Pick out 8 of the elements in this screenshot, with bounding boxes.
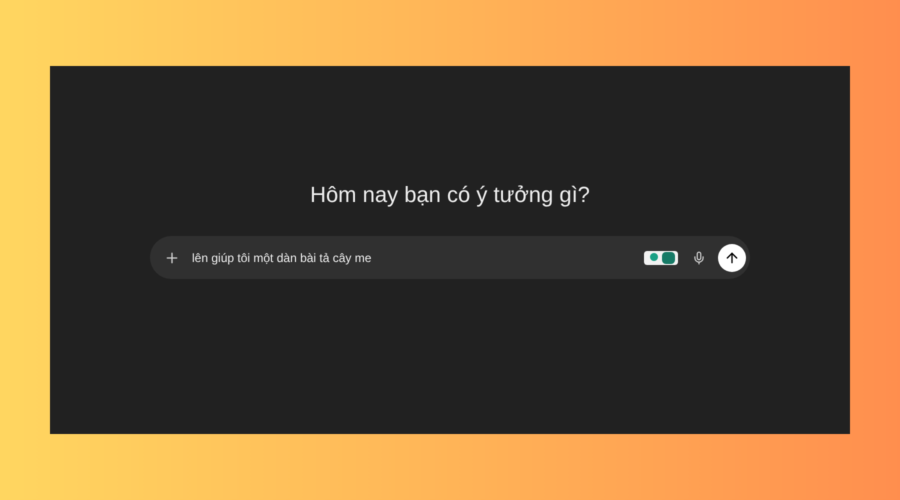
heading: Hôm nay bạn có ý tưởng gì? (310, 181, 590, 209)
arrow-up-icon (724, 250, 740, 266)
prompt-input[interactable]: lên giúp tôi một dàn bài tả cây me (192, 248, 644, 266)
extension-icon[interactable] (644, 250, 678, 264)
add-icon[interactable] (164, 250, 180, 266)
microphone-icon[interactable] (692, 250, 706, 264)
prompt-field[interactable]: lên giúp tôi một dàn bài tả cây me (150, 236, 750, 279)
send-button[interactable] (718, 244, 746, 272)
